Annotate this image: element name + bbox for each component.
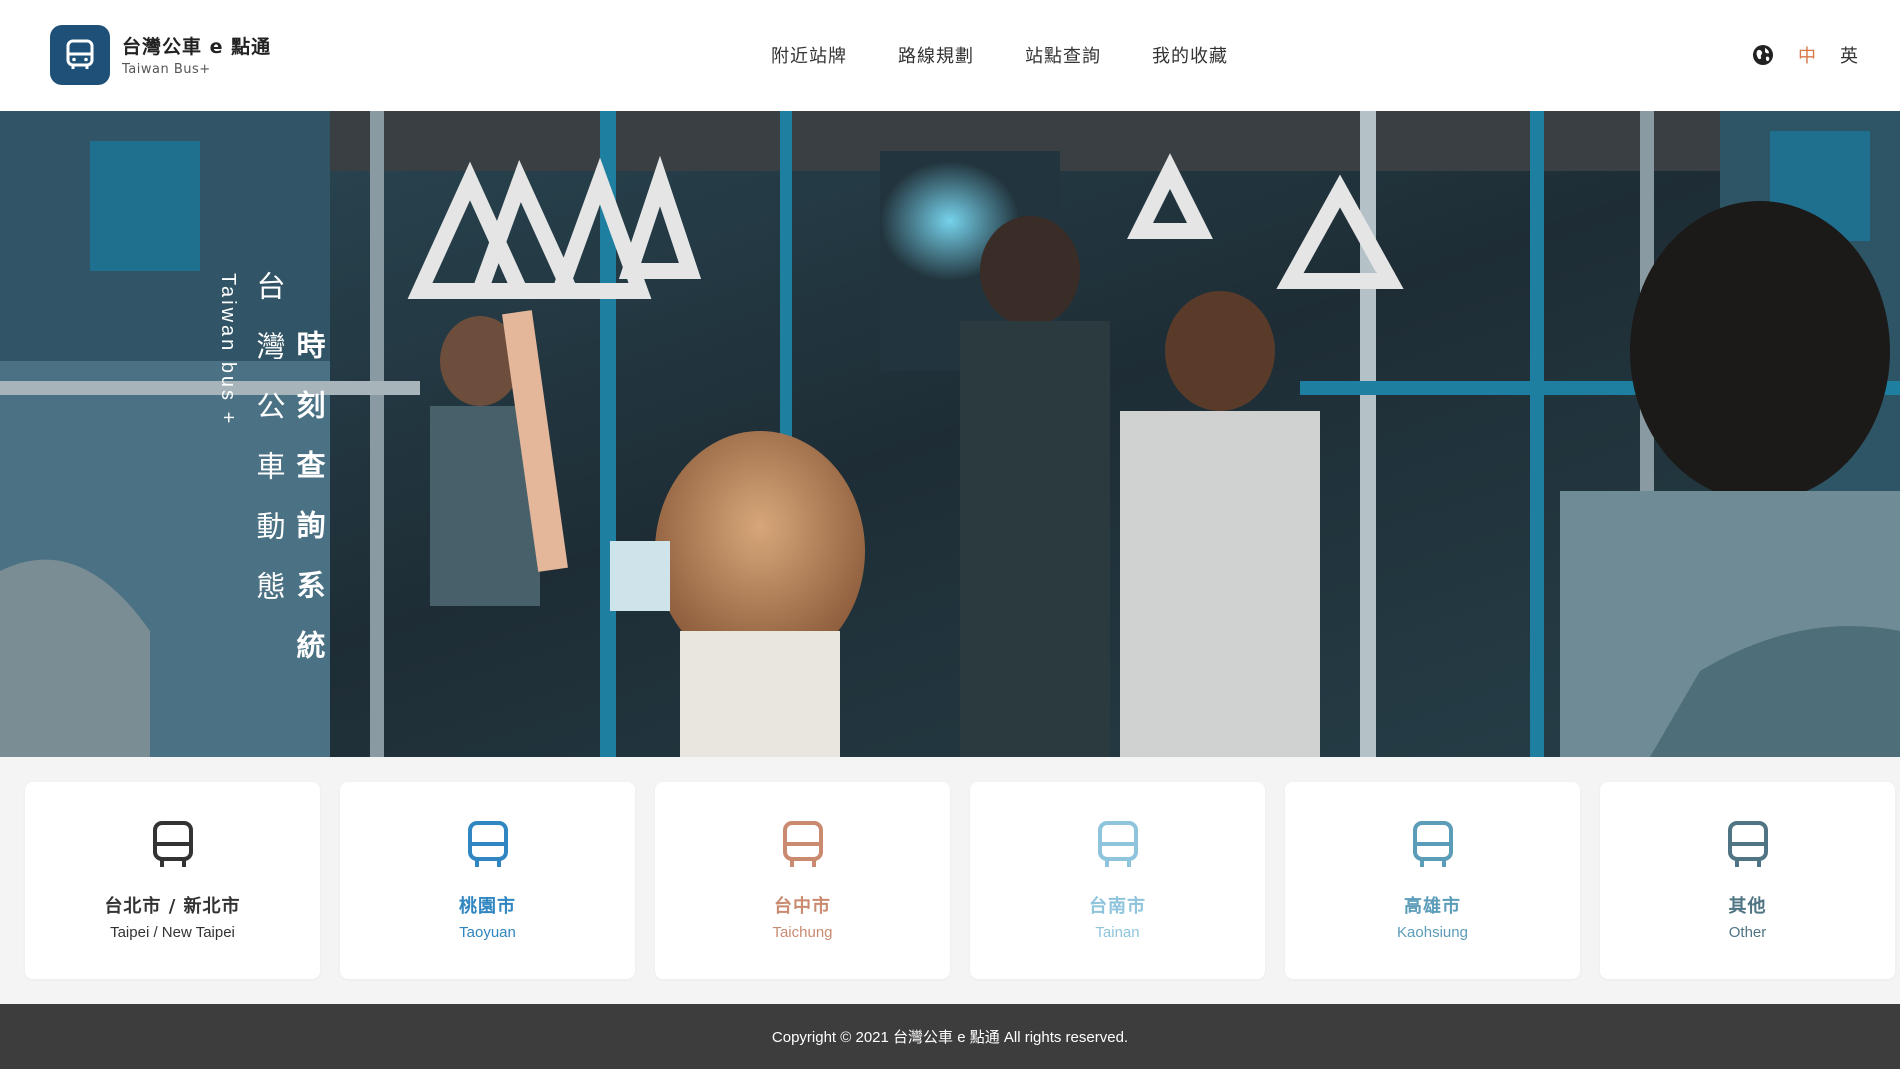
- bus-icon: [467, 821, 508, 867]
- bus-icon: [1727, 821, 1768, 867]
- logo[interactable]: [50, 25, 110, 85]
- hero-english-title: Taiwan bus +: [217, 273, 239, 427]
- nav-stop-search[interactable]: 站點查詢: [1025, 42, 1101, 68]
- city-card-taichung[interactable]: 台中市 Taichung: [655, 782, 950, 979]
- city-card-taipei[interactable]: 台北市 / 新北市 Taipei / New Taipei: [25, 782, 320, 979]
- brand-title: 台灣公車 e 點通: [122, 36, 272, 58]
- nav-route-planning[interactable]: 路線規劃: [898, 42, 974, 68]
- city-name-zh: 桃園市: [459, 896, 516, 917]
- main-nav: 附近站牌 路線規劃 站點查詢 我的收藏: [771, 42, 1228, 68]
- city-cards: 台北市 / 新北市 Taipei / New Taipei 桃園市 Taoyua…: [25, 782, 1895, 979]
- hero-title-line2: 時刻查詢系統: [292, 330, 326, 690]
- city-name-zh: 其他: [1728, 896, 1767, 917]
- site-header: 台灣公車 e 點通 Taiwan Bus+ 附近站牌 路線規劃 站點查詢 我的收…: [0, 0, 1900, 111]
- bus-icon: [782, 821, 823, 867]
- city-card-tainan[interactable]: 台南市 Tainan: [970, 782, 1265, 979]
- hero-title-line1: 台灣公車動態: [252, 271, 286, 631]
- city-name-en: Kaohsiung: [1397, 924, 1468, 941]
- city-card-taoyuan[interactable]: 桃園市 Taoyuan: [340, 782, 635, 979]
- city-card-kaohsiung[interactable]: 高雄市 Kaohsiung: [1285, 782, 1580, 979]
- hero-banner: Taiwan bus + 台灣公車動態 時刻查詢系統: [0, 111, 1900, 757]
- city-name-en: Other: [1728, 924, 1767, 941]
- city-name-en: Tainan: [1095, 924, 1140, 941]
- lang-zh-option[interactable]: 中: [1798, 42, 1816, 68]
- city-name-en: Taichung: [772, 924, 833, 941]
- brand-subtitle: Taiwan Bus+: [122, 62, 211, 77]
- bus-icon: [66, 39, 94, 69]
- bus-icon: [152, 821, 193, 867]
- copyright-text: Copyright © 2021 台灣公車 e 點通 All rights re…: [771, 1029, 1129, 1046]
- city-name-zh: 台南市: [1089, 896, 1146, 917]
- globe-icon[interactable]: [1752, 44, 1774, 66]
- city-name-en: Taipei / New Taipei: [110, 924, 235, 941]
- city-name-zh: 高雄市: [1404, 896, 1461, 917]
- lang-en-option[interactable]: 英: [1840, 42, 1858, 68]
- bus-icon: [1412, 821, 1453, 867]
- city-card-other[interactable]: 其他 Other: [1600, 782, 1895, 979]
- city-name-zh: 台北市 / 新北市: [104, 896, 241, 917]
- city-name-en: Taoyuan: [459, 924, 516, 941]
- site-footer: Copyright © 2021 台灣公車 e 點通 All rights re…: [0, 1004, 1900, 1069]
- language-switcher: 中 英: [1752, 42, 1858, 68]
- nav-favorites[interactable]: 我的收藏: [1152, 42, 1228, 68]
- bus-icon: [1097, 821, 1138, 867]
- nav-nearby-stops[interactable]: 附近站牌: [771, 42, 847, 68]
- city-name-zh: 台中市: [774, 896, 831, 917]
